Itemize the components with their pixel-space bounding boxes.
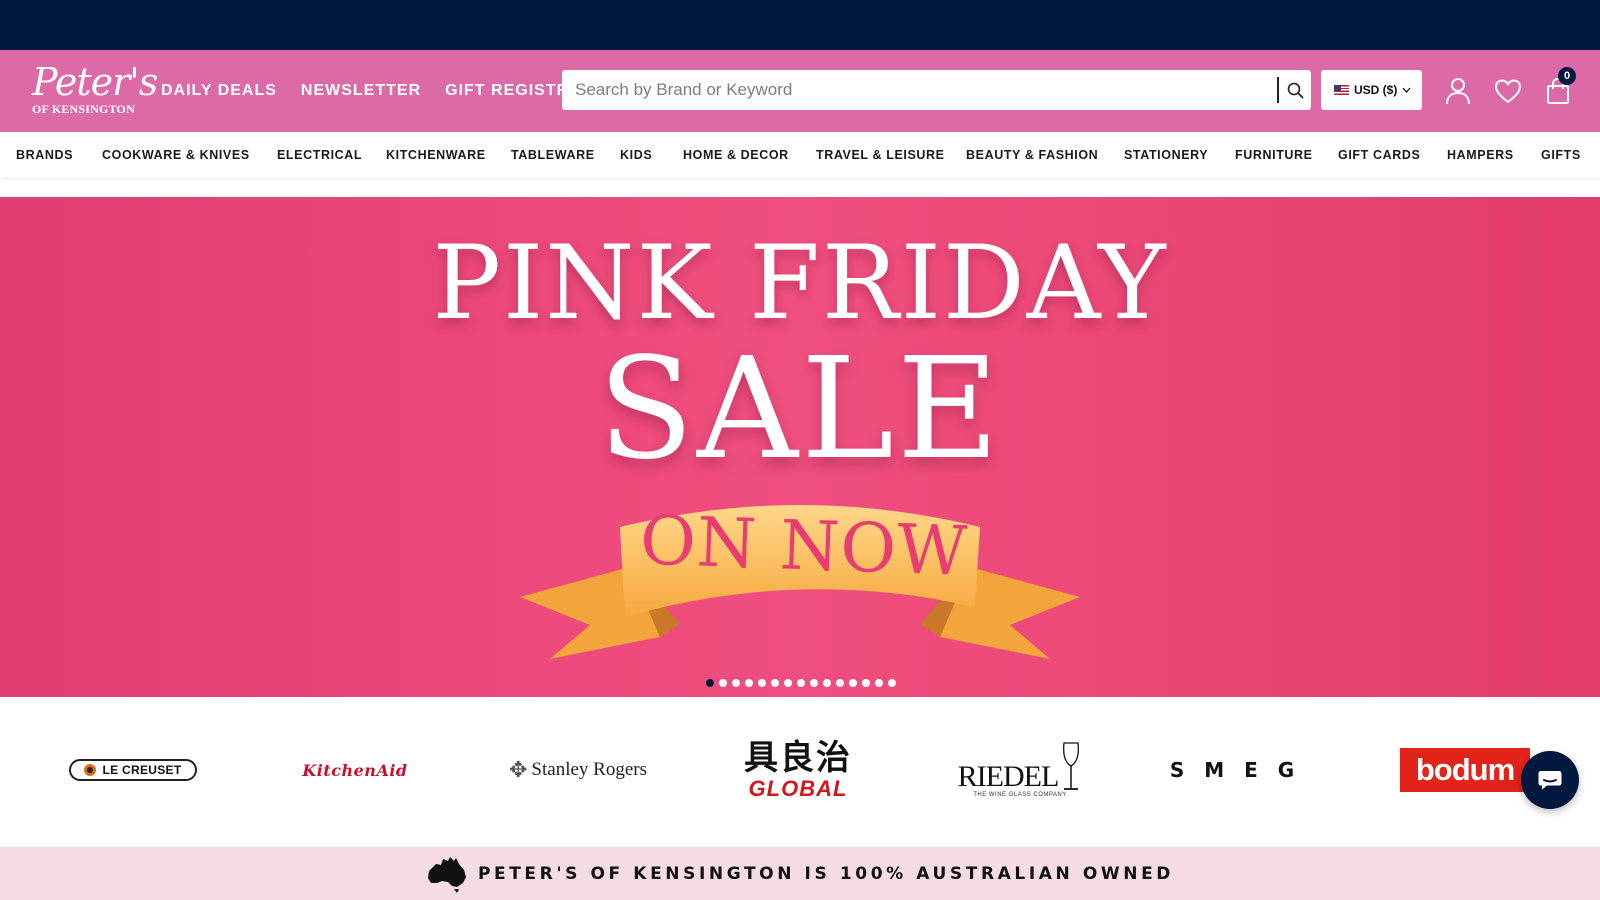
brand-strip: LE CREUSET KitchenAid ✥ Stanley Rogers 具良… bbox=[0, 697, 1600, 847]
cart-count-badge: 0 bbox=[1558, 67, 1576, 85]
category-beauty-fashion[interactable]: BEAUTY & FASHION bbox=[966, 148, 1098, 162]
riedel-logo: RIEDEL bbox=[958, 742, 1083, 792]
kitchenaid-logo: KitchenAid bbox=[302, 760, 408, 780]
currency-label: USD ($) bbox=[1354, 83, 1398, 97]
bodum-label: bodum bbox=[1415, 752, 1515, 787]
ribbon-label: ON NOW bbox=[638, 501, 970, 592]
bodum-logo: bodum bbox=[1400, 748, 1530, 792]
carousel-dot[interactable] bbox=[810, 679, 818, 687]
account-button[interactable] bbox=[1443, 76, 1473, 106]
top-nav: DAILY DEALS NEWSLETTER GIFT REGISTRY bbox=[161, 78, 580, 104]
category-electrical[interactable]: ELECTRICAL bbox=[277, 148, 362, 162]
brand-global[interactable]: 具良治 GLOBAL bbox=[728, 737, 868, 803]
carousel-dot[interactable] bbox=[732, 679, 740, 687]
australia-map-icon bbox=[427, 856, 466, 893]
carousel-dot[interactable] bbox=[849, 679, 857, 687]
currency-selector[interactable]: USD ($) bbox=[1321, 70, 1422, 110]
category-furniture[interactable]: FURNITURE bbox=[1235, 148, 1313, 162]
chevron-down-icon bbox=[1402, 87, 1411, 93]
global-label: GLOBAL bbox=[748, 776, 848, 801]
site-header: Peter's OF KENSINGTON DAILY DEALS NEWSLE… bbox=[0, 50, 1600, 132]
carousel-dot[interactable] bbox=[888, 679, 896, 687]
carousel-dot[interactable] bbox=[784, 679, 792, 687]
carousel-dot[interactable] bbox=[706, 679, 714, 687]
heart-icon bbox=[1494, 79, 1522, 104]
search-icon bbox=[1287, 82, 1303, 98]
australian-owned-text: PETER'S OF KENSINGTON IS 100% AUSTRALIAN… bbox=[477, 863, 1175, 884]
search-input[interactable] bbox=[562, 70, 1276, 110]
brand-kitchenaid[interactable]: KitchenAid bbox=[288, 737, 422, 803]
le-creuset-logo: LE CREUSET bbox=[69, 759, 197, 781]
brand-smeg[interactable]: SMEG bbox=[1169, 737, 1315, 803]
category-gift-cards[interactable]: GIFT CARDS bbox=[1338, 148, 1420, 162]
stanley-rogers-label: Stanley Rogers bbox=[531, 759, 647, 780]
carousel-dot[interactable] bbox=[719, 679, 727, 687]
search-button[interactable] bbox=[1279, 70, 1311, 110]
nav-daily-deals[interactable]: DAILY DEALS bbox=[161, 78, 277, 104]
search-box bbox=[562, 70, 1311, 110]
nav-newsletter[interactable]: NEWSLETTER bbox=[301, 78, 421, 104]
brand-bodum[interactable]: bodum bbox=[1400, 737, 1530, 803]
category-stationery[interactable]: STATIONERY bbox=[1124, 148, 1208, 162]
wishlist-button[interactable] bbox=[1493, 76, 1523, 106]
global-kanji: 具良治 bbox=[744, 738, 852, 778]
category-travel-leisure[interactable]: TRAVEL & LEISURE bbox=[816, 148, 945, 162]
le-creuset-label: LE CREUSET bbox=[102, 763, 182, 777]
logo-script: Peter's bbox=[32, 60, 158, 104]
hero-banner[interactable]: PINK FRIDAY SALE ON NOW bbox=[0, 197, 1600, 697]
carousel-dot[interactable] bbox=[823, 679, 831, 687]
riedel-label: RIEDEL bbox=[957, 760, 1060, 793]
logo-subtitle: OF KENSINGTON bbox=[32, 102, 135, 116]
top-strip bbox=[0, 0, 1600, 50]
category-brands[interactable]: BRANDS bbox=[16, 148, 73, 162]
category-kitchenware[interactable]: KITCHENWARE bbox=[386, 148, 486, 162]
account-icon bbox=[1446, 78, 1470, 105]
carousel-dot[interactable] bbox=[862, 679, 870, 687]
crest-icon: ✥ bbox=[508, 757, 528, 782]
brand-le-creuset[interactable]: LE CREUSET bbox=[68, 737, 198, 803]
le-creuset-icon bbox=[84, 764, 97, 776]
category-nav: BRANDS COOKWARE & KNIVES ELECTRICAL KITC… bbox=[0, 132, 1600, 177]
australian-owned-banner: PETER'S OF KENSINGTON IS 100% AUSTRALIAN… bbox=[0, 847, 1600, 900]
smeg-logo: SMEG bbox=[1169, 758, 1315, 782]
site-logo[interactable]: Peter's OF KENSINGTON bbox=[32, 62, 158, 118]
carousel-dot[interactable] bbox=[745, 679, 753, 687]
category-hampers[interactable]: HAMPERS bbox=[1447, 148, 1514, 162]
category-gifts[interactable]: GIFTS bbox=[1541, 148, 1581, 162]
hero-subtitle: SALE bbox=[597, 328, 1003, 491]
carousel-dot[interactable] bbox=[771, 679, 779, 687]
carousel-dot[interactable] bbox=[758, 679, 766, 687]
category-tableware[interactable]: TABLEWARE bbox=[511, 148, 595, 162]
carousel-dot[interactable] bbox=[797, 679, 805, 687]
carousel-dot[interactable] bbox=[836, 679, 844, 687]
hero-title: PINK FRIDAY bbox=[432, 224, 1168, 343]
brand-riedel[interactable]: RIEDEL THE WINE GLASS COMPANY bbox=[950, 737, 1090, 803]
brand-stanley-rogers[interactable]: ✥ Stanley Rogers bbox=[508, 737, 648, 803]
category-kids[interactable]: KIDS bbox=[620, 148, 652, 162]
riedel-tagline: THE WINE GLASS COMPANY bbox=[973, 792, 1067, 798]
category-cookware-knives[interactable]: COOKWARE & KNIVES bbox=[102, 148, 250, 162]
us-flag-icon bbox=[1334, 85, 1349, 95]
carousel-dots bbox=[706, 679, 896, 687]
category-home-decor[interactable]: HOME & DECOR bbox=[683, 148, 789, 162]
wine-glass-icon bbox=[1063, 742, 1080, 790]
carousel-dot[interactable] bbox=[875, 679, 883, 687]
stanley-rogers-logo: ✥ Stanley Rogers bbox=[509, 757, 647, 783]
nav-gift-registry[interactable]: GIFT REGISTRY bbox=[445, 78, 580, 104]
chat-icon bbox=[1538, 771, 1562, 790]
chat-button[interactable] bbox=[1521, 751, 1579, 809]
